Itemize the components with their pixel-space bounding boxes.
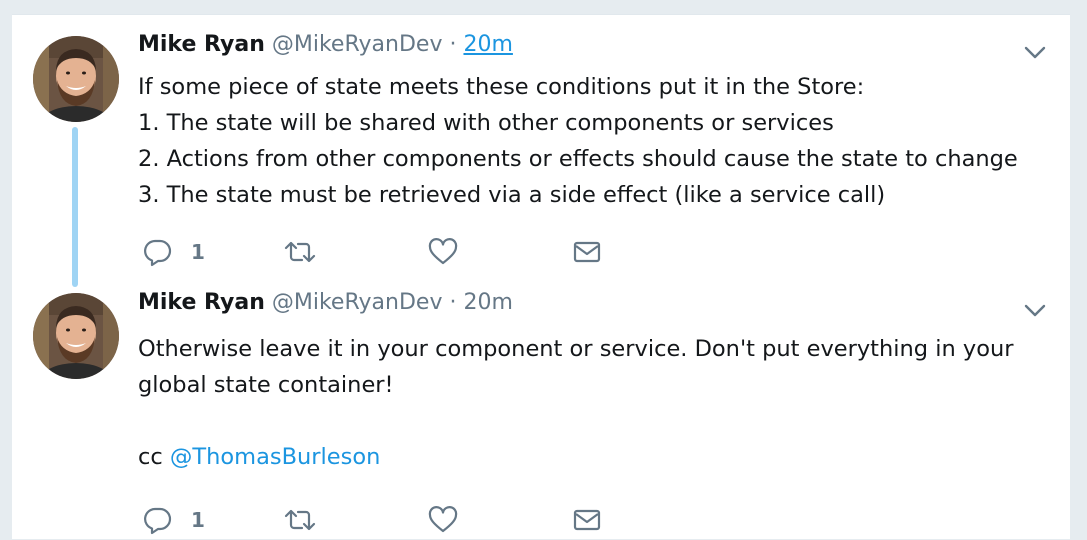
retweet-button[interactable] bbox=[282, 505, 318, 535]
tweet-text-line: 1. The state will be shared with other c… bbox=[138, 110, 834, 136]
tweet-text: If some piece of state meets these condi… bbox=[138, 69, 1038, 213]
retweet-button[interactable] bbox=[282, 237, 318, 267]
thread-card: Mike Ryan @MikeRyanDev · 20m If some pie… bbox=[12, 14, 1070, 539]
retweet-icon bbox=[282, 505, 318, 535]
tweet-text-line: 3. The state must be retrieved via a sid… bbox=[138, 182, 886, 208]
tweet-actions: 1 bbox=[143, 237, 613, 267]
cc-line: cc @ThomasBurleson bbox=[138, 439, 1038, 475]
mention-link[interactable]: @ThomasBurleson bbox=[170, 444, 381, 470]
reply-count: 1 bbox=[191, 508, 205, 532]
tweet-text: Otherwise leave it in your component or … bbox=[138, 331, 1038, 475]
separator-dot: · bbox=[449, 290, 457, 315]
like-button[interactable] bbox=[428, 237, 458, 267]
tweet-text-line: If some piece of state meets these condi… bbox=[138, 74, 865, 100]
cc-prefix: cc bbox=[138, 444, 170, 470]
avatar[interactable] bbox=[33, 36, 119, 122]
tweet-text-line: global state container! bbox=[138, 372, 394, 398]
tweet[interactable]: Mike Ryan @MikeRyanDev · 20m Otherwise l… bbox=[12, 273, 1070, 539]
reply-count: 1 bbox=[191, 240, 205, 264]
separator-dot: · bbox=[449, 32, 457, 57]
tweet-text-line: Otherwise leave it in your component or … bbox=[138, 336, 1014, 362]
timestamp-link[interactable]: 20m bbox=[463, 290, 512, 315]
reply-icon bbox=[143, 237, 173, 267]
timestamp-link[interactable]: 20m bbox=[463, 32, 512, 57]
heart-icon bbox=[428, 505, 458, 535]
author-handle[interactable]: @MikeRyanDev bbox=[272, 290, 443, 315]
tweet-header: Mike Ryan @MikeRyanDev · 20m bbox=[138, 31, 513, 59]
direct-message-button[interactable] bbox=[572, 505, 602, 535]
like-button[interactable] bbox=[428, 505, 458, 535]
chevron-down-icon[interactable] bbox=[1022, 297, 1048, 323]
tweet-text-line: 2. Actions from other components or effe… bbox=[138, 146, 1018, 172]
avatar[interactable] bbox=[33, 293, 119, 379]
reply-button[interactable]: 1 bbox=[143, 237, 205, 267]
author-name[interactable]: Mike Ryan bbox=[138, 290, 265, 315]
thread-connector-line bbox=[72, 127, 78, 287]
reply-icon bbox=[143, 505, 173, 535]
reply-button[interactable]: 1 bbox=[143, 505, 205, 535]
envelope-icon bbox=[572, 505, 602, 535]
heart-icon bbox=[428, 237, 458, 267]
direct-message-button[interactable] bbox=[572, 237, 602, 267]
author-handle[interactable]: @MikeRyanDev bbox=[272, 32, 443, 57]
envelope-icon bbox=[572, 237, 602, 267]
retweet-icon bbox=[282, 237, 318, 267]
tweet-actions: 1 bbox=[143, 505, 613, 535]
author-name[interactable]: Mike Ryan bbox=[138, 32, 265, 57]
tweet-header: Mike Ryan @MikeRyanDev · 20m bbox=[138, 289, 513, 317]
tweet[interactable]: Mike Ryan @MikeRyanDev · 20m If some pie… bbox=[12, 15, 1070, 287]
chevron-down-icon[interactable] bbox=[1022, 39, 1048, 65]
